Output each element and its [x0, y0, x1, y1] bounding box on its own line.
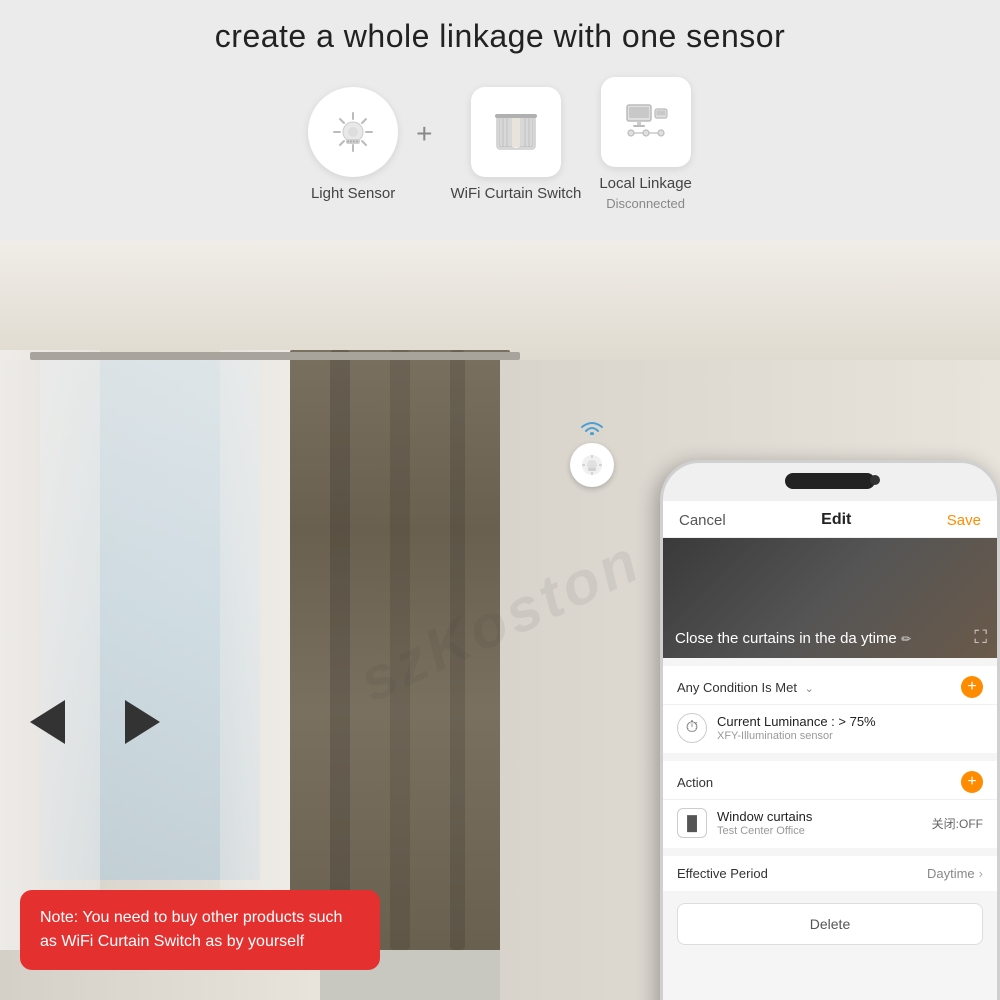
sheer-curtain-left: [0, 350, 100, 950]
condition-text: Current Luminance : > 75% XFY-Illuminati…: [717, 714, 983, 742]
arrow-left-icon: [30, 700, 65, 744]
period-value-text: Daytime: [927, 866, 975, 881]
arrow-right-icon: [125, 700, 160, 744]
local-linkage-label: Local Linkage: [599, 175, 692, 192]
sheer-curtain-right: [220, 350, 300, 950]
phone-notch: [785, 473, 875, 489]
add-action-button[interactable]: +: [961, 771, 983, 793]
headline: create a whole linkage with one sensor: [215, 18, 785, 55]
app-banner: Close the curtains in the da ytime ✏ ⛶: [663, 538, 997, 658]
cancel-button[interactable]: Cancel: [679, 512, 726, 529]
sensor-circle: [570, 443, 614, 487]
device-item-light-sensor: Light Sensor: [308, 87, 398, 202]
curtain-fold-2: [390, 350, 410, 950]
movement-arrows: [30, 700, 160, 744]
action-row: ▐▌ Window curtains Test Center Office 关闭…: [663, 799, 997, 848]
device-item-local-linkage: Local Linkage Disconnected: [599, 77, 692, 211]
light-sensor-label: Light Sensor: [311, 185, 395, 202]
condition-section-header: Any Condition Is Met ⌄ +: [663, 666, 997, 704]
ceiling-rail: [30, 352, 520, 360]
main-curtain: [290, 350, 510, 950]
wifi-icon: [578, 415, 606, 441]
effective-period-label: Effective Period: [677, 866, 768, 881]
note-box: Note: You need to buy other products suc…: [20, 890, 380, 970]
banner-edit-icon[interactable]: ✏: [901, 632, 911, 646]
light-sensor-icon-bg: [308, 87, 398, 177]
action-main: Window curtains: [717, 809, 922, 824]
condition-sub: XFY-Illumination sensor: [717, 730, 983, 742]
curtain-switch-icon: [489, 105, 543, 159]
banner-text: Close the curtains in the da ytime: [675, 630, 897, 647]
condition-title-text: Any Condition Is Met: [677, 680, 797, 695]
device-item-wifi-curtain: WiFi Curtain Switch: [450, 87, 581, 202]
condition-clock-icon: ⏱: [677, 713, 707, 743]
edit-title: Edit: [821, 511, 851, 529]
action-status: 关闭:OFF: [932, 815, 983, 832]
action-sub: Test Center Office: [717, 825, 922, 837]
local-linkage-icon: [619, 95, 673, 149]
ceiling: [0, 240, 1000, 360]
wifi-curtain-label: WiFi Curtain Switch: [450, 185, 581, 202]
delete-label: Delete: [810, 916, 850, 932]
effective-period-row[interactable]: Effective Period Daytime ›: [663, 856, 997, 891]
top-section: create a whole linkage with one sensor: [0, 0, 1000, 240]
curtain-fold-1: [330, 350, 350, 950]
phone-screen: Cancel Edit Save Close the curtains in t…: [663, 501, 997, 1000]
action-section-header: Action +: [663, 761, 997, 799]
curtain-switch-icon-bg: [471, 87, 561, 177]
effective-period-value: Daytime ›: [927, 866, 983, 881]
light-sensor-icon: [326, 105, 380, 159]
banner-image-icon[interactable]: ⛶: [974, 627, 987, 648]
condition-section-title: Any Condition Is Met ⌄: [677, 680, 814, 695]
condition-main: Current Luminance : > 75%: [717, 714, 983, 729]
add-condition-button[interactable]: +: [961, 676, 983, 698]
bottom-section: Cancel Edit Save Close the curtains in t…: [0, 240, 1000, 1000]
devices-row: Light Sensor +: [308, 77, 692, 211]
delete-button[interactable]: Delete: [677, 903, 983, 945]
save-button[interactable]: Save: [947, 512, 981, 529]
action-curtain-icon: ▐▌: [677, 808, 707, 838]
banner-content: Close the curtains in the da ytime ✏: [675, 629, 911, 649]
disconnected-label: Disconnected: [606, 196, 685, 211]
period-chevron-icon: ›: [979, 866, 983, 881]
app-header: Cancel Edit Save: [663, 501, 997, 538]
action-text: Window curtains Test Center Office: [717, 809, 922, 837]
action-section-title: Action: [677, 775, 713, 790]
curtain-fold-3: [450, 350, 465, 950]
action-section: Action + ▐▌ Window curtains Test Center …: [663, 761, 997, 848]
condition-chevron-icon: ⌄: [805, 683, 814, 695]
wifi-sensor-device: [570, 415, 614, 487]
phone-mockup: Cancel Edit Save Close the curtains in t…: [660, 460, 1000, 1000]
note-text: Note: You need to buy other products suc…: [40, 906, 360, 954]
phone-camera: [870, 475, 880, 485]
condition-row: ⏱ Current Luminance : > 75% XFY-Illumina…: [663, 704, 997, 753]
plus-separator: +: [416, 118, 432, 150]
local-linkage-icon-bg: [601, 77, 691, 167]
condition-section: Any Condition Is Met ⌄ + ⏱ Current Lumin…: [663, 666, 997, 753]
